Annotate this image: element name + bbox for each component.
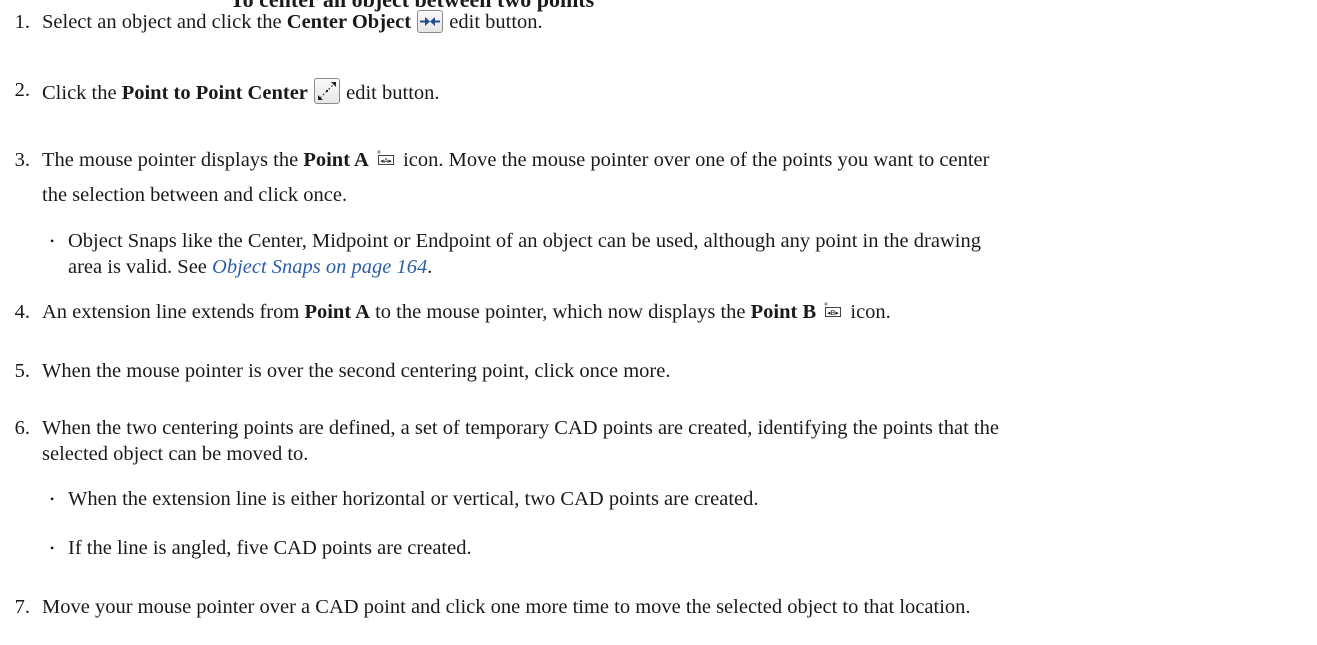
- step-text: Select an object and click the: [42, 11, 287, 33]
- step-text: edit button.: [444, 11, 543, 33]
- step-6-bullet-2: • If the line is angled, five CAD points…: [0, 536, 1317, 562]
- bullet-marker: •: [50, 541, 55, 555]
- svg-text:◂B▸: ◂B▸: [827, 309, 839, 317]
- bullet-text: When the extension line is either horizo…: [68, 488, 759, 510]
- ui-term-point-b: Point B: [750, 301, 817, 323]
- step-text: edit button.: [341, 82, 440, 104]
- step-text: the selection between and click once.: [42, 184, 348, 206]
- step-text: selected object can be moved to.: [42, 443, 309, 465]
- step-text: The mouse pointer displays the: [42, 149, 304, 171]
- step-5: 5. When the mouse pointer is over the se…: [0, 359, 1317, 385]
- ui-term-point-to-point-center: Point to Point Center: [121, 82, 308, 104]
- step-number: 2.: [14, 79, 30, 101]
- step-number: 5.: [14, 360, 30, 382]
- step-3: 3. The mouse pointer displays the Point …: [0, 148, 1317, 174]
- svg-text:◂A▸: ◂A▸: [380, 157, 392, 165]
- ui-term-point-a: Point A: [303, 149, 369, 171]
- ui-term-center-object: Center Object: [286, 11, 412, 33]
- step-number: 7.: [14, 596, 30, 618]
- bullet-text: area is valid. See: [68, 256, 213, 278]
- step-text: Move your mouse pointer over a CAD point…: [42, 596, 971, 618]
- point-b-cursor-icon: ◂B▸: [823, 302, 843, 318]
- ui-term-point-a: Point A: [304, 301, 370, 323]
- point-a-cursor-icon: ◂A▸: [376, 150, 396, 166]
- step-6-bullet-1: • When the extension line is either hori…: [0, 487, 1317, 513]
- step-text: Click the: [42, 82, 122, 104]
- point-to-point-center-icon[interactable]: [314, 78, 341, 104]
- step-2: 2. Click the Point to Point Center edit …: [0, 78, 1317, 104]
- object-snaps-link[interactable]: Object Snaps on page 164: [212, 256, 427, 278]
- step-number: 3.: [14, 149, 30, 171]
- step-text: When the two centering points are define…: [42, 417, 999, 439]
- step-3-continued: the selection between and click once.: [0, 183, 1317, 209]
- center-object-icon[interactable]: [417, 10, 444, 33]
- step-text: An extension line extends from: [42, 301, 305, 323]
- step-3-bullet-continued: area is valid. See Object Snaps on page …: [0, 255, 1317, 281]
- bullet-marker: •: [50, 492, 55, 506]
- bullet-text: Object Snaps like the Center, Midpoint o…: [68, 230, 981, 252]
- step-6-continued: selected object can be moved to.: [0, 442, 1317, 468]
- step-7: 7. Move your mouse pointer over a CAD po…: [0, 595, 1317, 621]
- bullet-text: .: [427, 256, 433, 278]
- step-text: icon. Move the mouse pointer over one of…: [397, 149, 990, 171]
- step-number: 6.: [14, 417, 30, 439]
- step-text: When the mouse pointer is over the secon…: [42, 360, 671, 382]
- step-1: 1. Select an object and click the Center…: [0, 10, 1317, 36]
- step-4: 4. An extension line extends from Point …: [0, 300, 1317, 326]
- bullet-text: If the line is angled, five CAD points a…: [68, 537, 472, 559]
- step-6: 6. When the two centering points are def…: [0, 416, 1317, 442]
- step-text: icon.: [845, 301, 891, 323]
- step-3-bullet: • Object Snaps like the Center, Midpoint…: [0, 229, 1317, 255]
- bullet-marker: •: [50, 234, 55, 248]
- step-number: 4.: [14, 301, 30, 323]
- step-number: 1.: [14, 11, 30, 33]
- step-text: to the mouse pointer, which now displays…: [369, 301, 751, 323]
